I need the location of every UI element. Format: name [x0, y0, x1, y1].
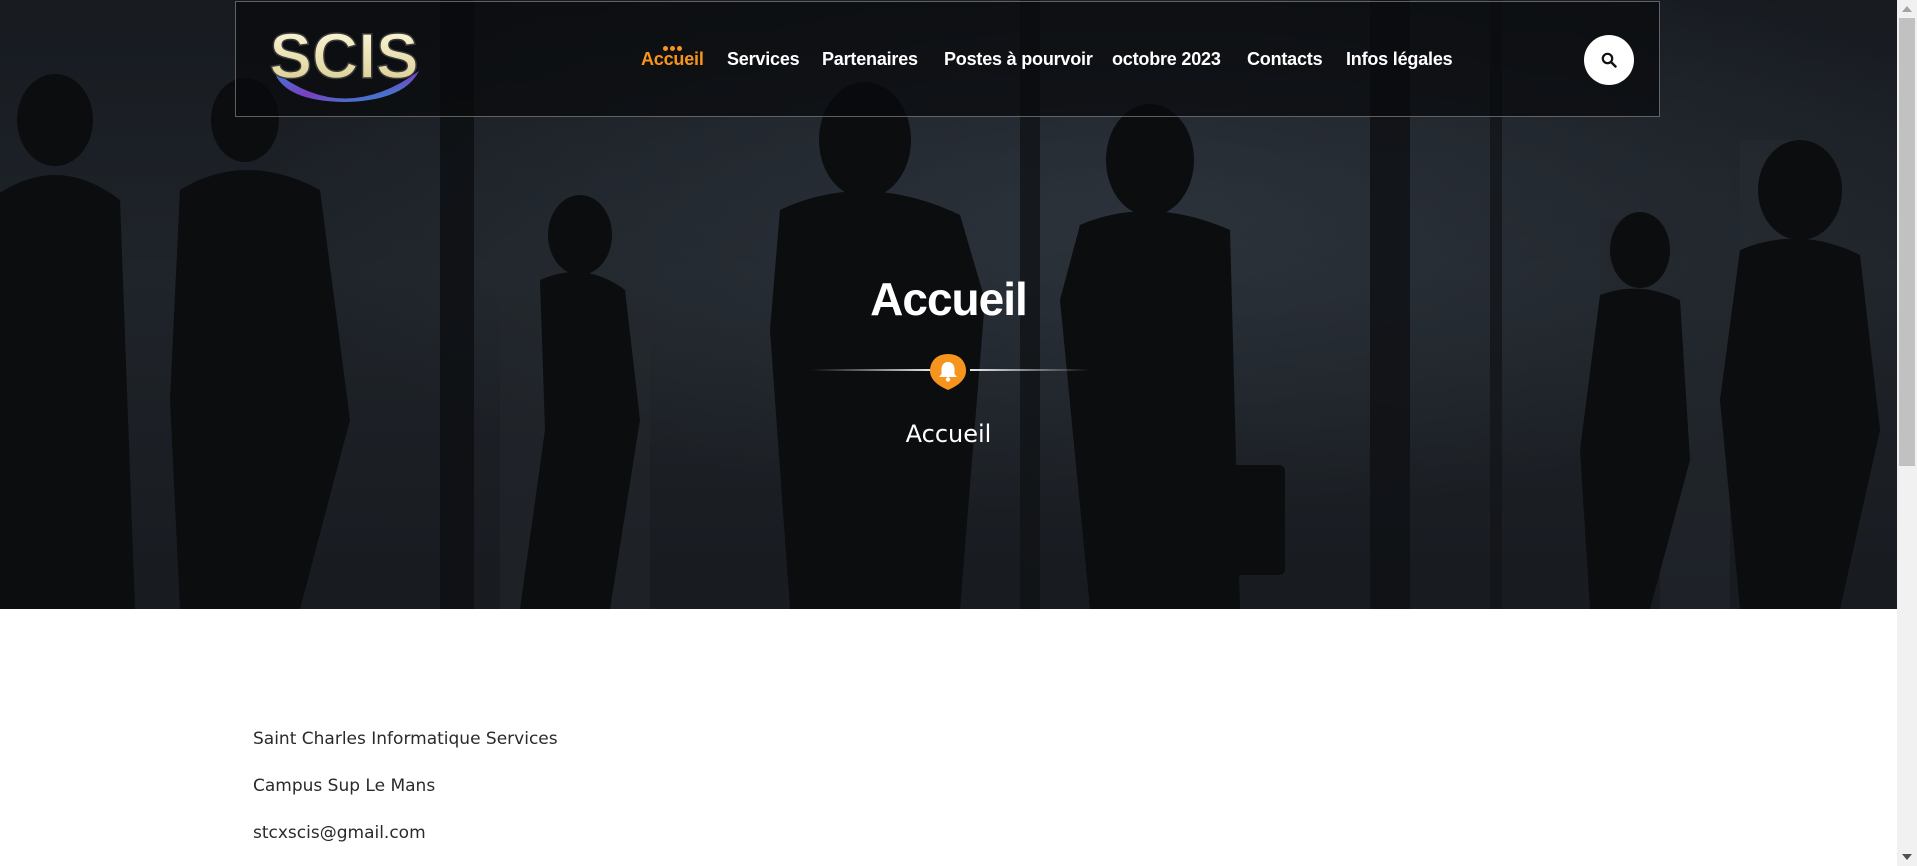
nav-item-contacts[interactable]: Contacts [1247, 49, 1323, 73]
search-icon [1601, 52, 1617, 68]
title-divider-right [970, 369, 1090, 371]
nav-item-infos-legales[interactable]: Infos légales [1346, 49, 1453, 73]
main-content: Saint Charles Informatique Services Camp… [253, 728, 558, 866]
scroll-down-arrow[interactable] [1902, 854, 1912, 860]
company-name: Saint Charles Informatique Services [253, 729, 558, 749]
nav-item-services[interactable]: Services [727, 49, 800, 73]
bell-badge [928, 352, 968, 392]
search-button[interactable] [1584, 35, 1634, 85]
site-header: SCIS Accueil Services Partenaires Postes… [235, 1, 1660, 117]
page-title: Accueil [870, 273, 1028, 325]
campus-name: Campus Sup Le Mans [253, 776, 436, 796]
scroll-up-arrow[interactable] [1902, 6, 1912, 12]
nav-item-postes[interactable]: Postes à pourvoir [944, 49, 1093, 73]
page: SCIS Accueil Services Partenaires Postes… [0, 0, 1917, 866]
title-divider-left [812, 369, 932, 371]
main-nav: Accueil Services Partenaires Postes à po… [236, 2, 1659, 118]
nav-item-octobre-2023[interactable]: octobre 2023 [1112, 49, 1221, 73]
bell-icon [930, 354, 966, 390]
scroll-thumb[interactable] [1899, 18, 1915, 466]
nav-item-partenaires[interactable]: Partenaires [822, 49, 918, 73]
vertical-scrollbar[interactable] [1897, 0, 1917, 866]
nav-item-accueil[interactable]: Accueil [641, 49, 704, 73]
active-indicator-dots [663, 36, 685, 51]
contact-email: stcxscis@gmail.com [253, 823, 426, 843]
breadcrumb: Accueil [905, 420, 992, 448]
hero-banner: SCIS Accueil Services Partenaires Postes… [0, 0, 1897, 609]
